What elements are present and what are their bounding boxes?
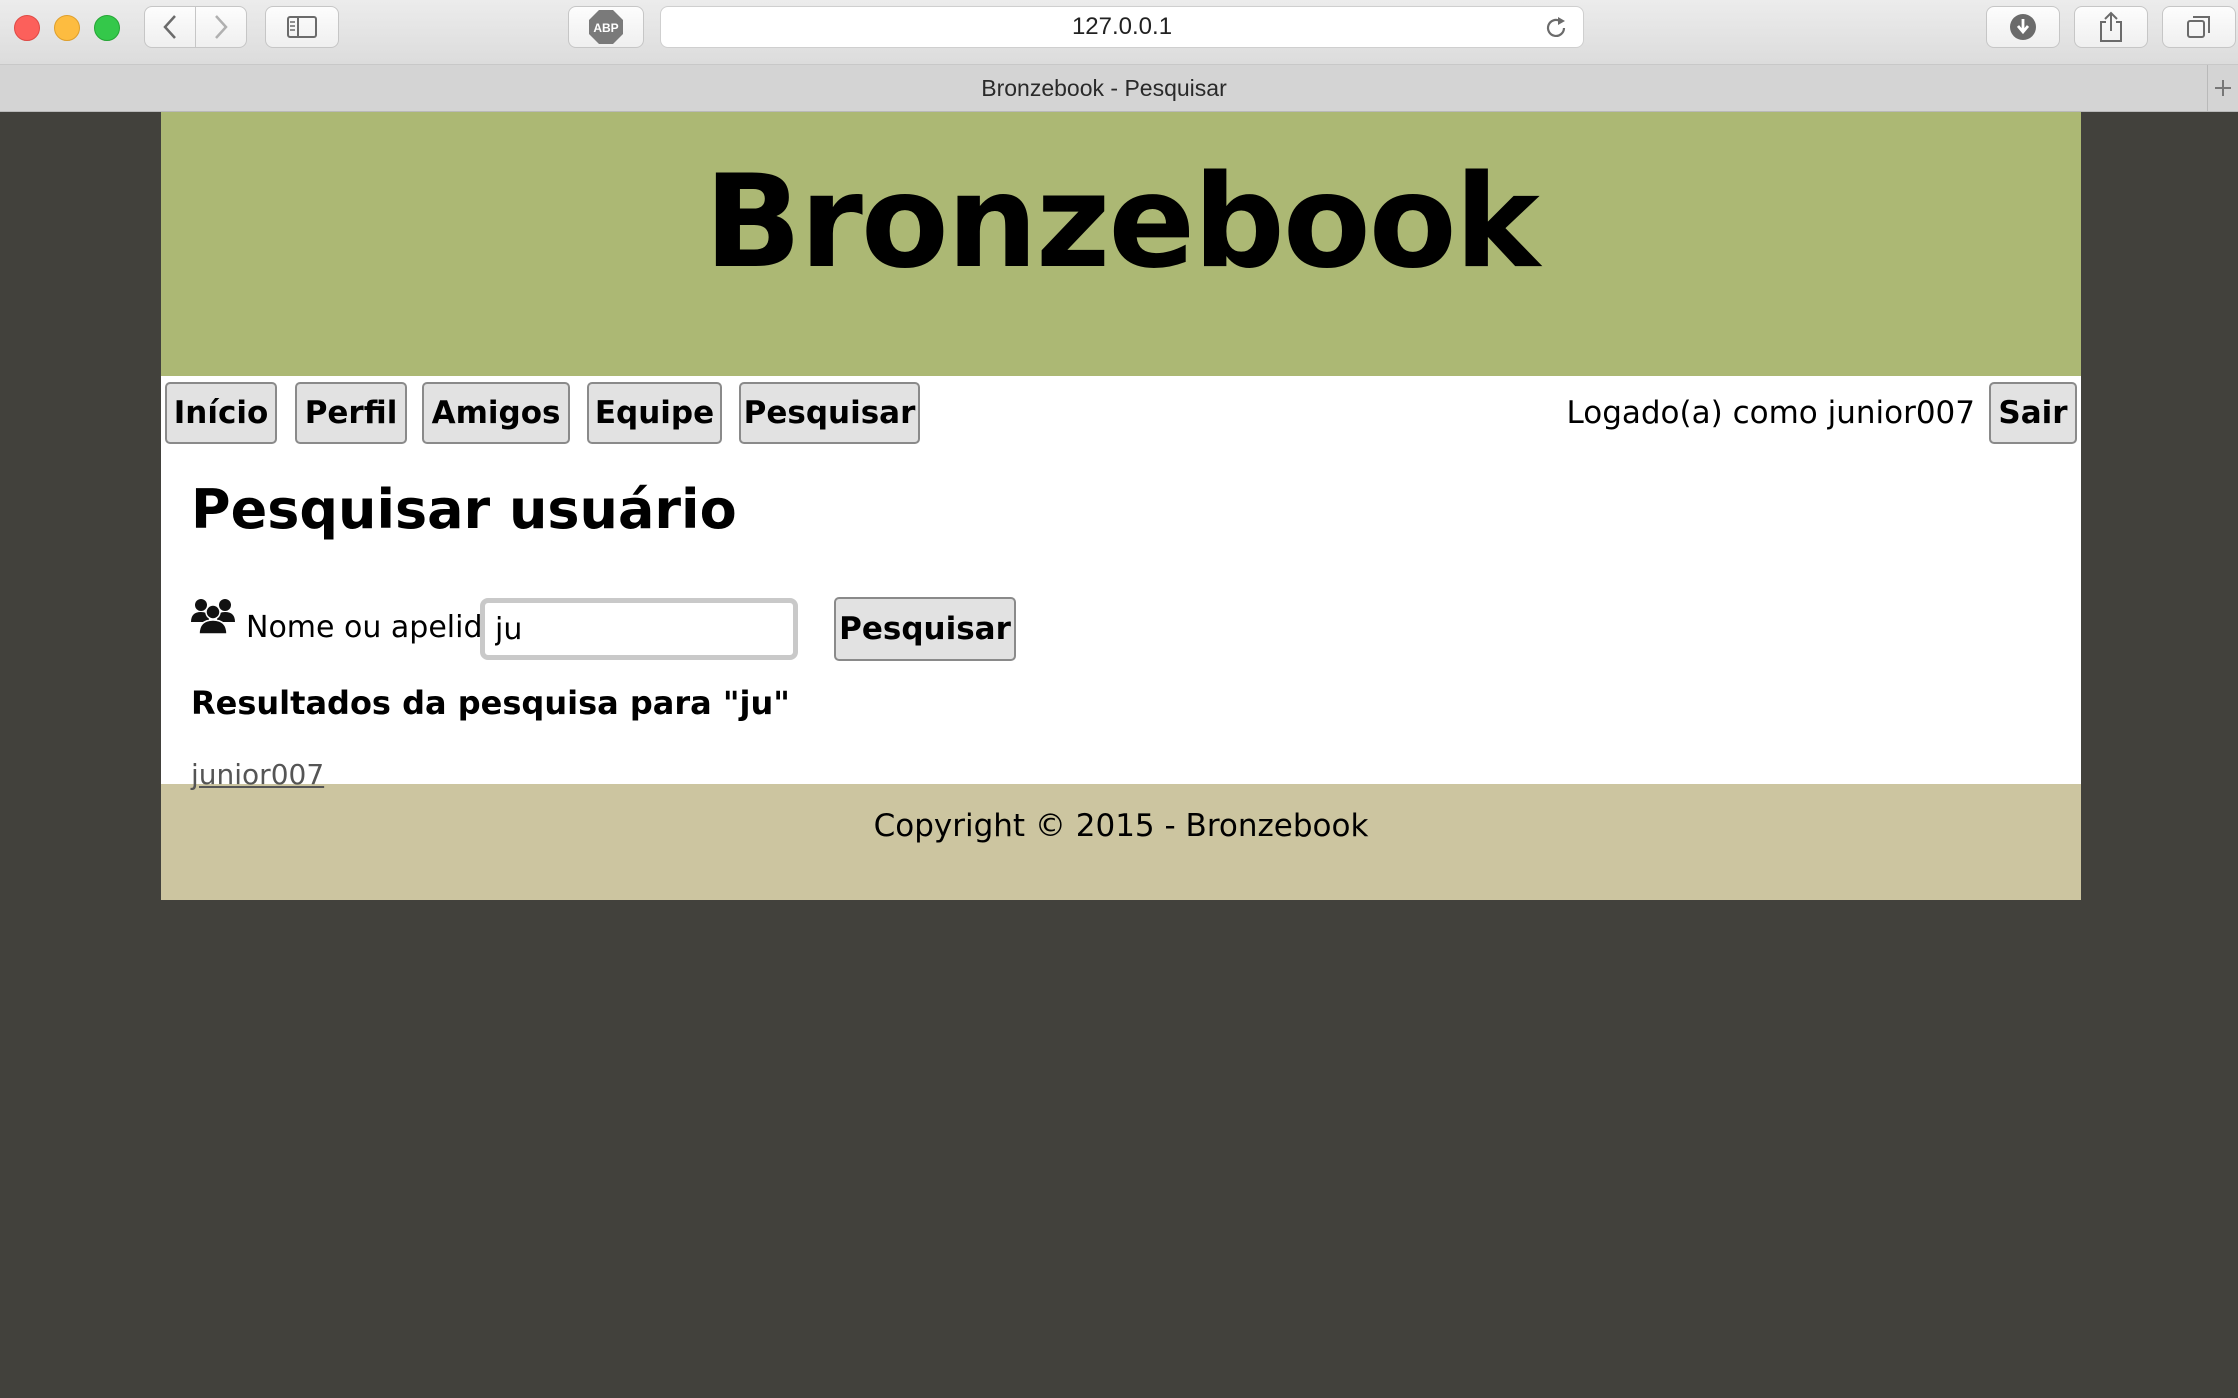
- menu-inicio-button[interactable]: Início: [165, 382, 277, 444]
- tab-active[interactable]: Bronzebook - Pesquisar: [0, 65, 2208, 111]
- forward-button[interactable]: [195, 6, 247, 48]
- search-input[interactable]: [480, 598, 798, 660]
- chevron-left-icon: [163, 15, 176, 39]
- share-button[interactable]: [2074, 6, 2148, 48]
- sidebar-toggle-button[interactable]: [265, 6, 339, 48]
- search-form: Nome ou apelido: Pesquisar: [191, 596, 1091, 661]
- copyright-text: Copyright © 2015 - Bronzebook: [873, 808, 1369, 844]
- tab-bar: Bronzebook - Pesquisar: [0, 65, 2238, 112]
- users-icon: [191, 599, 235, 635]
- download-icon: [2010, 14, 2036, 40]
- menu-perfil-button[interactable]: Perfil: [295, 382, 407, 444]
- main-menu: Início Perfil Amigos Equipe Pesquisar Lo…: [161, 376, 2081, 458]
- plus-icon: [2215, 80, 2231, 96]
- site-title: Bronzebook: [704, 148, 1540, 297]
- results-title: Resultados da pesquisa para "ju": [191, 684, 790, 722]
- main-content: Pesquisar usuário Nome ou apelido: Pesqu…: [161, 458, 2081, 791]
- site-footer: Copyright © 2015 - Bronzebook: [161, 784, 2081, 900]
- browser-toolbar: ABP 127.0.0.1: [0, 0, 2238, 65]
- menu-amigos-button[interactable]: Amigos: [422, 382, 570, 444]
- logged-in-status: Logado(a) como junior007: [1566, 395, 1975, 431]
- address-bar[interactable]: 127.0.0.1: [660, 6, 1584, 48]
- chevron-right-icon: [215, 15, 228, 39]
- search-label: Nome ou apelido:: [246, 610, 511, 645]
- site-banner: Bronzebook: [161, 112, 2081, 376]
- zoom-window-button[interactable]: [94, 15, 120, 41]
- new-tab-button[interactable]: [2207, 65, 2238, 111]
- downloads-button[interactable]: [1986, 6, 2060, 48]
- minimize-window-button[interactable]: [54, 15, 80, 41]
- page-title: Pesquisar usuário: [191, 478, 737, 541]
- menu-pesquisar-button[interactable]: Pesquisar: [739, 382, 920, 444]
- reload-icon[interactable]: [1543, 15, 1569, 41]
- tabs-overview-icon: [2187, 16, 2210, 38]
- menu-equipe-button[interactable]: Equipe: [587, 382, 722, 444]
- page-container: Bronzebook Início Perfil Amigos Equipe P…: [161, 112, 2081, 900]
- back-button[interactable]: [144, 6, 196, 48]
- show-tabs-button[interactable]: [2162, 6, 2236, 48]
- share-icon: [2100, 11, 2122, 42]
- adblock-button[interactable]: ABP: [568, 6, 644, 48]
- sidebar-icon: [287, 16, 317, 38]
- adblock-icon: ABP: [589, 10, 623, 44]
- search-button[interactable]: Pesquisar: [834, 597, 1016, 661]
- svg-text:ABP: ABP: [593, 21, 618, 35]
- logout-button[interactable]: Sair: [1989, 382, 2077, 444]
- url-text: 127.0.0.1: [1071, 13, 1173, 40]
- result-link[interactable]: junior007: [191, 758, 324, 791]
- close-window-button[interactable]: [14, 15, 40, 41]
